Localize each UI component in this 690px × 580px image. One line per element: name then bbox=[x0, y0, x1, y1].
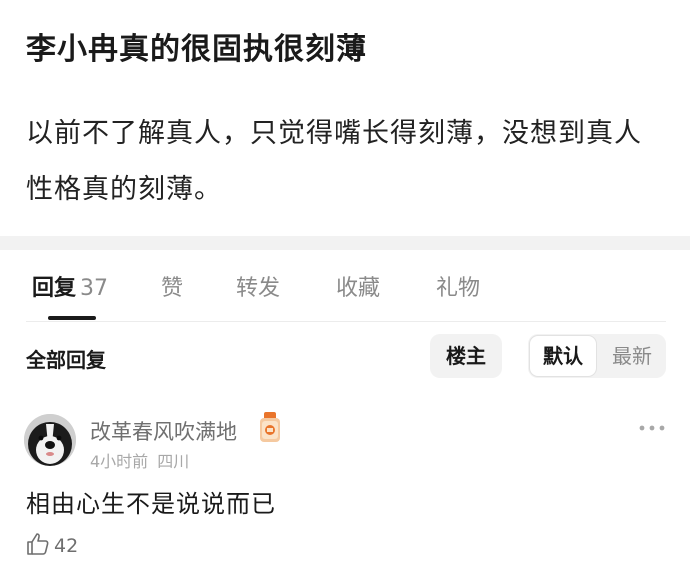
tab-replies-label: 回复 bbox=[32, 276, 77, 301]
gift-badge-icon bbox=[258, 412, 282, 444]
dog-avatar-icon[interactable] bbox=[24, 414, 76, 466]
tab-active-underline bbox=[48, 316, 96, 320]
thumbs-up-icon bbox=[26, 532, 50, 560]
post-title: 李小冉真的很固执很刻薄 bbox=[26, 32, 367, 67]
comment-time: 4小时前 bbox=[90, 452, 149, 471]
comment-username[interactable]: 改革春风吹满地 bbox=[90, 416, 237, 446]
like-button[interactable]: 42 bbox=[26, 532, 78, 560]
tab-favorites[interactable]: 收藏 bbox=[336, 270, 380, 302]
comment-text: 相由心生不是说说而已 bbox=[26, 490, 276, 518]
tab-replies[interactable]: 回复 37 bbox=[32, 270, 108, 302]
sort-toggle: 默认 最新 bbox=[528, 334, 666, 378]
tab-reposts[interactable]: 转发 bbox=[236, 270, 280, 302]
tab-bar: 回复 37 赞 转发 收藏 礼物 bbox=[0, 266, 690, 322]
section-divider bbox=[0, 236, 690, 250]
comment-meta: 4小时前 四川 bbox=[90, 448, 189, 472]
owner-only-button[interactable]: 楼主 bbox=[430, 334, 502, 378]
sort-default-button[interactable]: 默认 bbox=[529, 335, 597, 377]
sort-latest-button[interactable]: 最新 bbox=[598, 334, 666, 378]
tab-likes[interactable]: 赞 bbox=[161, 270, 183, 302]
more-options-icon[interactable] bbox=[638, 420, 666, 434]
tabs-divider bbox=[26, 321, 666, 322]
all-replies-label: 全部回复 bbox=[26, 348, 106, 372]
tab-replies-count: 37 bbox=[80, 276, 109, 301]
post-body: 以前不了解真人，只觉得嘴长得刻薄，没想到真人性格真的刻薄。 bbox=[26, 118, 642, 205]
comment-location: 四川 bbox=[157, 452, 190, 471]
like-count: 42 bbox=[54, 535, 79, 557]
tab-gifts[interactable]: 礼物 bbox=[436, 270, 480, 302]
